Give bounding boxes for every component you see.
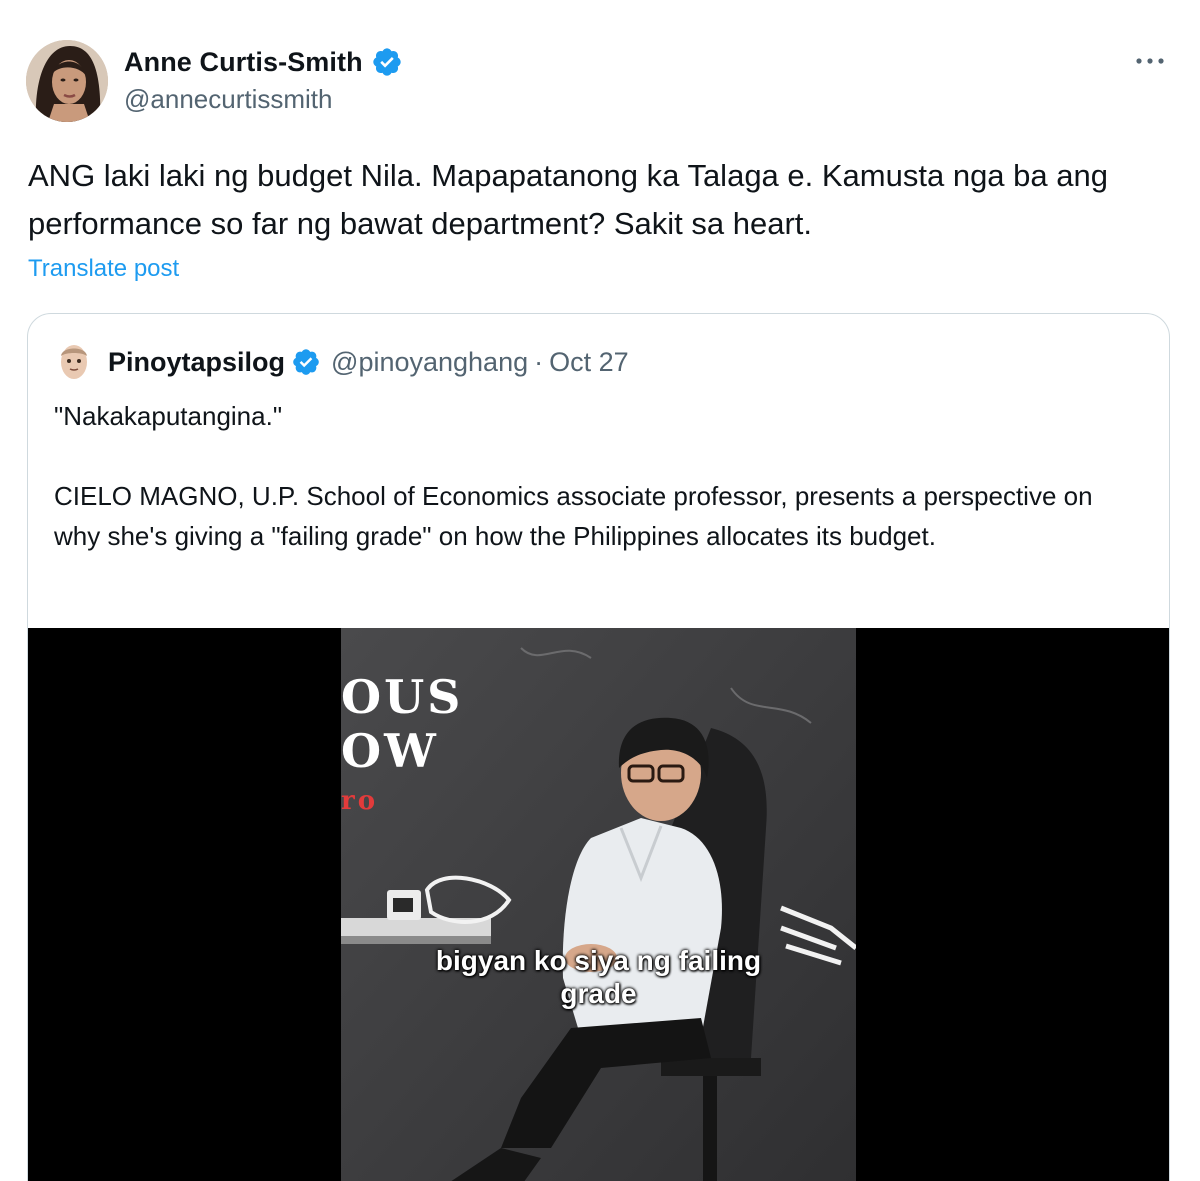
quoted-text-line1: "Nakakaputangina." xyxy=(54,401,283,431)
author-avatar-image xyxy=(26,40,108,122)
verified-badge-icon xyxy=(371,46,403,78)
quoted-tweet-header: Pinoytapsilog @pinoyanghang · Oct 27 xyxy=(52,340,629,384)
video-subtitle-line1: bigyan ko siya ng failing xyxy=(435,945,762,976)
video-bg-text-3: ro xyxy=(341,786,379,816)
quoted-verified-badge-icon xyxy=(291,347,321,377)
quoted-video-player[interactable]: OUS OW ro bigyan ko siya ng failing grad… xyxy=(28,628,1169,1181)
quoted-tweet-text: "Nakakaputangina." CIELO MAGNO, U.P. Sch… xyxy=(54,396,1134,556)
author-handle[interactable]: @annecurtissmith xyxy=(124,84,332,115)
tweet-page: Anne Curtis-Smith @annecurtissmith ANG l… xyxy=(0,0,1200,1181)
translate-post-link[interactable]: Translate post xyxy=(28,255,179,283)
quoted-separator: · xyxy=(534,346,544,377)
quoted-tweet-card[interactable]: Pinoytapsilog @pinoyanghang · Oct 27 "Na… xyxy=(27,313,1170,1181)
author-name-row: Anne Curtis-Smith xyxy=(124,42,403,82)
video-frame: OUS OW ro bigyan ko siya ng failing grad… xyxy=(341,628,856,1181)
video-subtitle-line2: grade xyxy=(560,978,637,1009)
video-bg-text-2: OW xyxy=(341,724,439,778)
video-bg-text-1: OUS xyxy=(341,670,464,724)
quoted-author-handle[interactable]: @pinoyanghang xyxy=(331,347,528,378)
quoted-author-avatar-image xyxy=(52,340,96,384)
more-options-button[interactable] xyxy=(1128,44,1172,78)
author-avatar[interactable] xyxy=(26,40,108,122)
quoted-text-body: CIELO MAGNO, U.P. School of Economics as… xyxy=(54,481,1093,551)
author-display-name[interactable]: Anne Curtis-Smith xyxy=(124,47,363,78)
quoted-timestamp[interactable]: Oct 27 xyxy=(549,347,629,378)
more-options-icon xyxy=(1136,58,1164,64)
quoted-author-avatar[interactable] xyxy=(52,340,96,384)
quoted-author-display-name[interactable]: Pinoytapsilog xyxy=(108,347,285,378)
tweet-text: ANG laki laki ng budget Nila. Mapapatano… xyxy=(28,158,1108,241)
